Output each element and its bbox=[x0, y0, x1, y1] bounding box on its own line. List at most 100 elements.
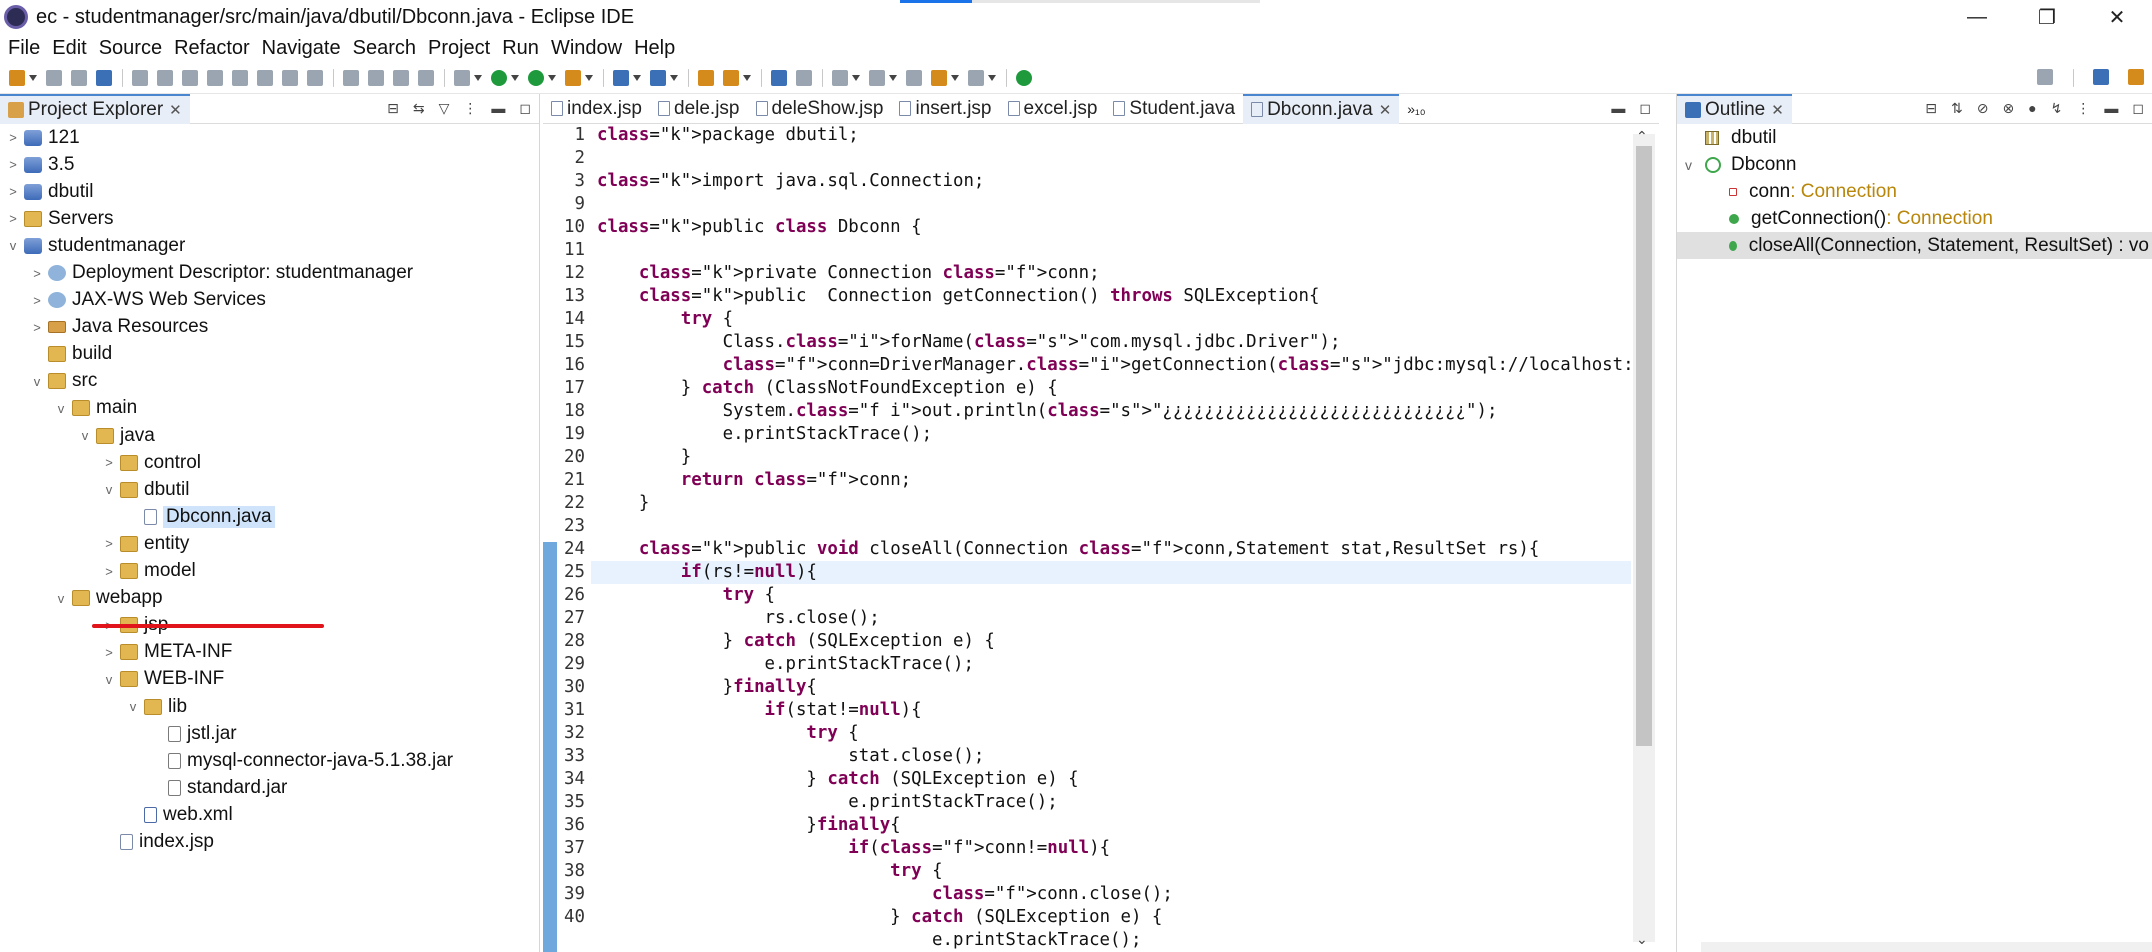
chevron-right-icon[interactable]: > bbox=[6, 130, 20, 145]
tree-item[interactable]: v WEB-INF bbox=[0, 666, 539, 693]
code-line[interactable]: } catch (SQLException e) { bbox=[591, 630, 1631, 653]
code-line[interactable]: Class.class="i">forName(class="s">"com.m… bbox=[591, 331, 1631, 354]
forward-icon[interactable] bbox=[968, 69, 984, 86]
code-line[interactable]: return class="f">conn; bbox=[591, 469, 1631, 492]
web-browser-icon[interactable] bbox=[771, 69, 787, 86]
code-line[interactable]: } bbox=[591, 492, 1631, 515]
link-with-editor-icon[interactable]: ⇆ bbox=[413, 100, 425, 117]
terminal-icon[interactable] bbox=[96, 69, 112, 86]
code-line[interactable]: try { bbox=[591, 860, 1631, 883]
menu-refactor[interactable]: Refactor bbox=[174, 37, 250, 60]
scroll-down-icon[interactable]: ⌄ bbox=[1636, 931, 1648, 948]
editor-tab[interactable]: excel.jsp bbox=[1000, 94, 1106, 124]
last-edit-icon[interactable] bbox=[906, 69, 922, 86]
collapse-all-icon[interactable]: ⊟ bbox=[387, 100, 399, 117]
code-line[interactable]: try { bbox=[591, 722, 1631, 745]
chevron-down-icon[interactable] bbox=[988, 74, 996, 81]
code-line[interactable]: }finally{ bbox=[591, 676, 1631, 699]
view-menu-icon[interactable]: ⋮ bbox=[2076, 100, 2090, 117]
java-ee-perspective-icon[interactable] bbox=[2128, 68, 2144, 85]
menu-search[interactable]: Search bbox=[353, 37, 416, 60]
outline-package[interactable]: dbutil bbox=[1677, 124, 2152, 151]
hide-local-types-icon[interactable]: ↯ bbox=[2051, 100, 2063, 117]
code-area[interactable]: class="k">package dbutil; class="k">impor… bbox=[591, 124, 1631, 952]
open-type-icon[interactable] bbox=[698, 69, 714, 86]
disconnect-icon[interactable] bbox=[232, 69, 248, 86]
resume-icon[interactable] bbox=[157, 69, 173, 86]
menu-help[interactable]: Help bbox=[634, 37, 675, 60]
maximize-icon[interactable]: ◻ bbox=[519, 100, 531, 117]
code-line[interactable]: if(class="f">conn!=null){ bbox=[591, 837, 1631, 860]
search-toolbar-icon[interactable] bbox=[796, 69, 812, 86]
new-icon[interactable] bbox=[9, 69, 25, 86]
skip-breakpoints-icon[interactable] bbox=[132, 69, 148, 86]
tree-item[interactable]: v studentmanager bbox=[0, 232, 539, 259]
editor-tab[interactable]: dele.jsp bbox=[650, 94, 748, 124]
chevron-right-icon[interactable]: > bbox=[102, 536, 116, 551]
chevron-down-icon[interactable] bbox=[889, 74, 897, 81]
restore-button[interactable]: ❐ bbox=[2012, 0, 2082, 34]
chevron-down-icon[interactable]: v bbox=[54, 591, 68, 606]
menu-source[interactable]: Source bbox=[99, 37, 162, 60]
tree-item[interactable]: >121 bbox=[0, 124, 539, 151]
debug-icon[interactable] bbox=[454, 69, 470, 86]
code-line[interactable]: stat.close(); bbox=[591, 745, 1631, 768]
minimize-button[interactable]: — bbox=[1942, 0, 2012, 34]
tree-item[interactable]: v webapp bbox=[0, 585, 539, 612]
minimize-icon[interactable]: ▬ bbox=[491, 100, 505, 117]
code-line[interactable]: e.printStackTrace(); bbox=[591, 791, 1631, 814]
run-icon[interactable] bbox=[491, 69, 507, 86]
tree-item[interactable]: index.jsp bbox=[0, 828, 539, 855]
editor-tab[interactable]: Student.java bbox=[1105, 94, 1243, 124]
chevron-down-icon[interactable] bbox=[474, 74, 482, 81]
code-line[interactable]: class="f">conn.close(); bbox=[591, 883, 1631, 906]
tree-item[interactable]: build bbox=[0, 341, 539, 368]
format-icon[interactable] bbox=[393, 69, 409, 86]
chevron-down-icon[interactable] bbox=[670, 74, 678, 81]
new-server-icon[interactable] bbox=[613, 69, 629, 86]
scroll-up-icon[interactable]: ⌃ bbox=[1636, 128, 1648, 145]
code-line[interactable]: } catch (ClassNotFoundException e) { bbox=[591, 377, 1631, 400]
chevron-right-icon[interactable]: > bbox=[6, 157, 20, 172]
code-line[interactable]: class="k">private Connection class="f">c… bbox=[591, 262, 1631, 285]
build-icon[interactable] bbox=[368, 69, 384, 86]
code-line[interactable]: e.printStackTrace(); bbox=[591, 929, 1631, 952]
step-return-icon[interactable] bbox=[307, 69, 323, 86]
code-line[interactable]: }finally{ bbox=[591, 814, 1631, 837]
chevron-down-icon[interactable]: v bbox=[102, 482, 116, 497]
tree-item[interactable]: > Java Resources bbox=[0, 314, 539, 341]
chevron-down-icon[interactable]: v bbox=[30, 374, 44, 389]
tree-item[interactable]: v dbutil bbox=[0, 476, 539, 503]
hide-nonpublic-icon[interactable]: ● bbox=[2028, 100, 2036, 117]
maximize-icon[interactable]: ◻ bbox=[1639, 100, 1651, 117]
chevron-right-icon[interactable]: > bbox=[30, 320, 44, 335]
code-line[interactable] bbox=[591, 515, 1631, 538]
hide-static-icon[interactable]: ⊗ bbox=[2002, 100, 2014, 117]
tree-item[interactable]: standard.jar bbox=[0, 774, 539, 801]
code-line[interactable]: class="f">conn=DriverManager.class="i">g… bbox=[591, 354, 1631, 377]
close-icon[interactable]: ✕ bbox=[169, 101, 182, 119]
tree-item[interactable]: > control bbox=[0, 449, 539, 476]
code-line[interactable]: if(stat!=null){ bbox=[591, 699, 1631, 722]
editor-tab[interactable]: deleShow.jsp bbox=[748, 94, 892, 124]
code-line[interactable]: e.printStackTrace(); bbox=[591, 423, 1631, 446]
editor-tab[interactable]: Dbconn.java ✕ bbox=[1243, 93, 1400, 124]
code-line[interactable]: class="k">public class Dbconn { bbox=[591, 216, 1631, 239]
close-icon[interactable]: ✕ bbox=[1379, 101, 1392, 119]
menu-project[interactable]: Project bbox=[428, 37, 490, 60]
terminate-icon[interactable] bbox=[207, 69, 223, 86]
tree-item[interactable]: mysql-connector-java-5.1.38.jar bbox=[0, 747, 539, 774]
chevron-down-icon[interactable] bbox=[633, 74, 641, 81]
chevron-right-icon[interactable]: > bbox=[102, 645, 116, 660]
previous-annotation-icon[interactable] bbox=[869, 69, 885, 86]
code-line[interactable]: class="k">public void closeAll(Connectio… bbox=[591, 538, 1631, 561]
outline-member[interactable]: getConnection() : Connection bbox=[1677, 205, 2152, 232]
tree-item[interactable]: v java bbox=[0, 422, 539, 449]
tree-item[interactable]: > JAX-WS Web Services bbox=[0, 287, 539, 314]
use-step-filters-icon[interactable] bbox=[343, 69, 359, 86]
tree-item[interactable]: > entity bbox=[0, 530, 539, 557]
menu-window[interactable]: Window bbox=[551, 37, 622, 60]
save-icon[interactable] bbox=[46, 69, 62, 86]
tree-item[interactable]: > dbutil bbox=[0, 178, 539, 205]
tree-item[interactable]: v main bbox=[0, 395, 539, 422]
